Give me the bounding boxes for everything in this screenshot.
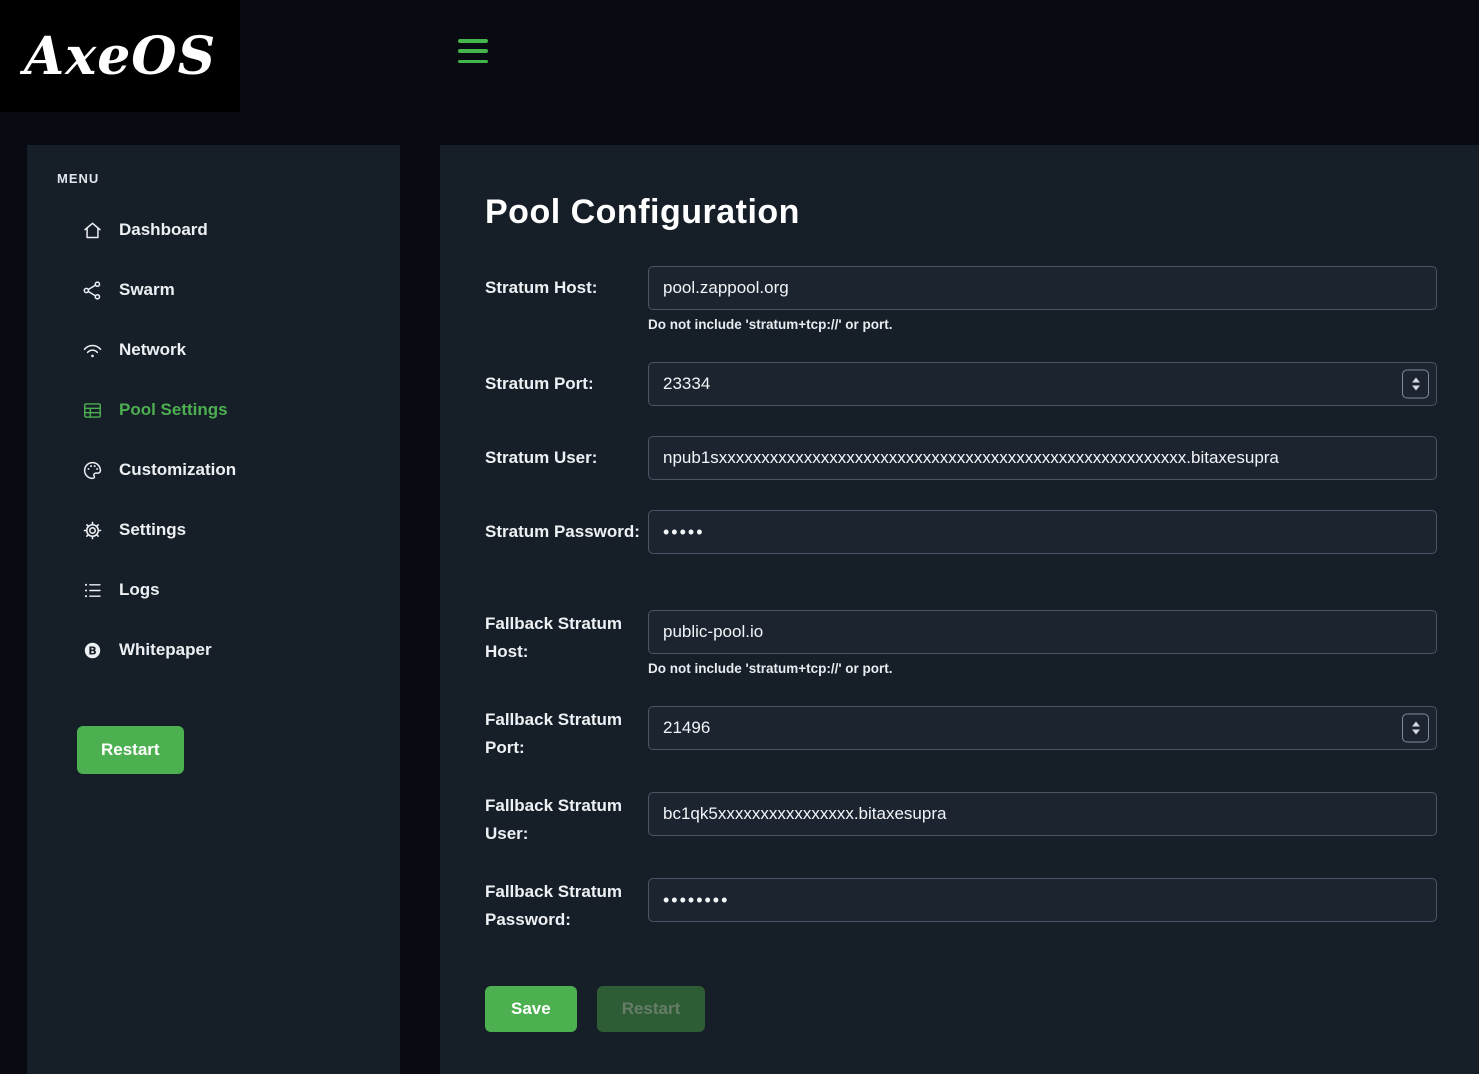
fallback-stratum-port-row: Fallback Stratum Port: <box>485 706 1437 762</box>
sidebar-item-network[interactable]: Network <box>27 320 400 380</box>
fallback-stratum-user-label: Fallback Stratum User: <box>485 792 648 848</box>
stratum-password-row: Stratum Password: <box>485 510 1437 554</box>
sidebar-item-logs[interactable]: Logs <box>27 560 400 620</box>
sidebar-item-label: Whitepaper <box>119 640 212 660</box>
stratum-host-label: Stratum Host: <box>485 266 648 310</box>
fallback-stratum-password-input[interactable] <box>648 878 1437 922</box>
stratum-password-label: Stratum Password: <box>485 510 648 554</box>
sidebar-item-label: Swarm <box>119 280 175 300</box>
stratum-port-label: Stratum Port: <box>485 362 648 406</box>
content: MENU Dashboard Swarm <box>27 145 1479 1074</box>
fallback-stratum-port-label: Fallback Stratum Port: <box>485 706 648 762</box>
fallback-stratum-host-input[interactable] <box>648 610 1437 654</box>
hamburger-icon <box>458 39 488 43</box>
sidebar-item-swarm[interactable]: Swarm <box>27 260 400 320</box>
stepper-up-icon[interactable] <box>1412 378 1420 383</box>
stratum-user-label: Stratum User: <box>485 436 648 480</box>
stratum-port-input[interactable] <box>648 362 1437 406</box>
sidebar-item-label: Pool Settings <box>119 400 228 420</box>
stratum-user-input[interactable] <box>648 436 1437 480</box>
save-button[interactable]: Save <box>485 986 577 1032</box>
stratum-password-input[interactable] <box>648 510 1437 554</box>
sidebar: MENU Dashboard Swarm <box>27 145 400 1074</box>
fallback-stratum-port-input[interactable] <box>648 706 1437 750</box>
stepper-up-icon[interactable] <box>1412 722 1420 727</box>
main-panel: Pool Configuration Stratum Host: Do not … <box>440 145 1479 1074</box>
sidebar-item-label: Customization <box>119 460 236 480</box>
fallback-stratum-user-input[interactable] <box>648 792 1437 836</box>
fallback-stratum-user-row: Fallback Stratum User: <box>485 792 1437 848</box>
sidebar-item-customization[interactable]: Customization <box>27 440 400 500</box>
sidebar-item-dashboard[interactable]: Dashboard <box>27 200 400 260</box>
fallback-stratum-host-row: Fallback Stratum Host: Do not include 's… <box>485 610 1437 676</box>
sidebar-restart-button[interactable]: Restart <box>77 726 184 774</box>
sidebar-item-pool-settings[interactable]: Pool Settings <box>27 380 400 440</box>
stratum-host-row: Stratum Host: Do not include 'stratum+tc… <box>485 266 1437 332</box>
header: AxeOS <box>0 0 1479 103</box>
svg-text:B: B <box>88 644 96 657</box>
sidebar-item-label: Network <box>119 340 186 360</box>
share-icon <box>82 280 103 301</box>
stratum-host-hint: Do not include 'stratum+tcp://' or port. <box>648 317 1437 332</box>
stratum-host-input[interactable] <box>648 266 1437 310</box>
home-icon <box>82 220 103 241</box>
form-actions: Save Restart <box>485 986 1437 1032</box>
palette-icon <box>82 460 103 481</box>
sidebar-item-whitepaper[interactable]: B Whitepaper <box>27 620 400 680</box>
list-icon <box>82 580 103 601</box>
menu-toggle-button[interactable] <box>458 39 488 63</box>
gear-icon <box>82 520 103 541</box>
stepper-down-icon[interactable] <box>1412 730 1420 735</box>
fallback-stratum-port-stepper[interactable] <box>1402 714 1429 743</box>
logo: AxeOS <box>0 0 240 112</box>
sidebar-item-label: Dashboard <box>119 220 208 240</box>
menu-section-label: MENU <box>27 171 400 186</box>
stratum-port-stepper[interactable] <box>1402 370 1429 399</box>
restart-button[interactable]: Restart <box>597 986 706 1032</box>
fallback-stratum-password-label: Fallback Stratum Password: <box>485 878 648 934</box>
stepper-down-icon[interactable] <box>1412 386 1420 391</box>
sidebar-item-settings[interactable]: Settings <box>27 500 400 560</box>
bitcoin-icon: B <box>82 640 103 661</box>
fallback-stratum-password-row: Fallback Stratum Password: <box>485 878 1437 934</box>
wifi-icon <box>82 340 103 361</box>
fallback-stratum-host-hint: Do not include 'stratum+tcp://' or port. <box>648 661 1437 676</box>
table-icon <box>82 400 103 421</box>
sidebar-item-label: Logs <box>119 580 160 600</box>
sidebar-item-label: Settings <box>119 520 186 540</box>
stratum-port-row: Stratum Port: <box>485 362 1437 406</box>
axeos-logo-text: AxeOS <box>24 26 216 87</box>
stratum-user-row: Stratum User: <box>485 436 1437 480</box>
fallback-stratum-host-label: Fallback Stratum Host: <box>485 610 648 666</box>
page-title: Pool Configuration <box>485 193 1437 232</box>
